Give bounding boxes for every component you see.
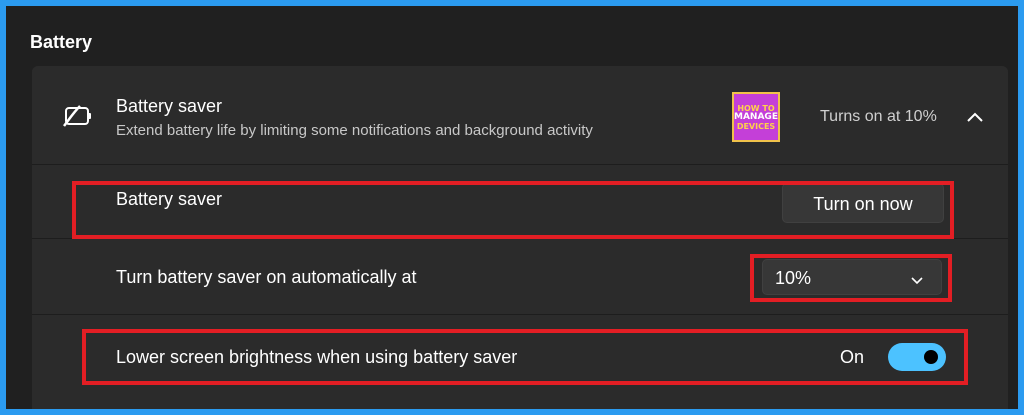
- battery-saver-header[interactable]: Battery saver Extend battery life by lim…: [32, 66, 1008, 165]
- brightness-label: Lower screen brightness when using batte…: [116, 347, 518, 367]
- auto-on-threshold-select[interactable]: 10%: [762, 259, 942, 295]
- chevron-up-icon[interactable]: [966, 110, 984, 122]
- logo-line3: DEVICES: [736, 121, 776, 131]
- auto-on-row: Turn battery saver on automatically at 1…: [32, 238, 1008, 313]
- battery-saver-row: Battery saver Turn on now: [32, 164, 1008, 237]
- toggle-state-text: On: [840, 347, 865, 367]
- brightness-row: Lower screen brightness when using batte…: [32, 314, 1008, 405]
- battery-saver-status: Turns on at 10%: [820, 108, 937, 125]
- battery-saver-row-label: Battery saver: [116, 189, 223, 209]
- battery-saver-description: Extend battery life by limiting some not…: [116, 122, 593, 139]
- battery-saver-icon: [60, 104, 94, 128]
- logo-line2: MANAGE: [734, 111, 778, 122]
- settings-window: Battery Battery saver Extend battery lif…: [6, 6, 1018, 409]
- auto-on-label: Turn battery saver on automatically at: [116, 267, 417, 287]
- how-to-manage-devices-logo: HOW TO MANAGE DEVICES: [732, 92, 780, 142]
- battery-saver-title: Battery saver: [116, 96, 223, 116]
- chevron-down-icon: [911, 272, 923, 285]
- turn-on-now-button[interactable]: Turn on now: [782, 183, 944, 223]
- auto-on-threshold-value: 10%: [775, 268, 812, 288]
- toggle-knob: [924, 350, 938, 364]
- section-title: Battery: [30, 32, 93, 52]
- brightness-toggle[interactable]: [888, 343, 946, 371]
